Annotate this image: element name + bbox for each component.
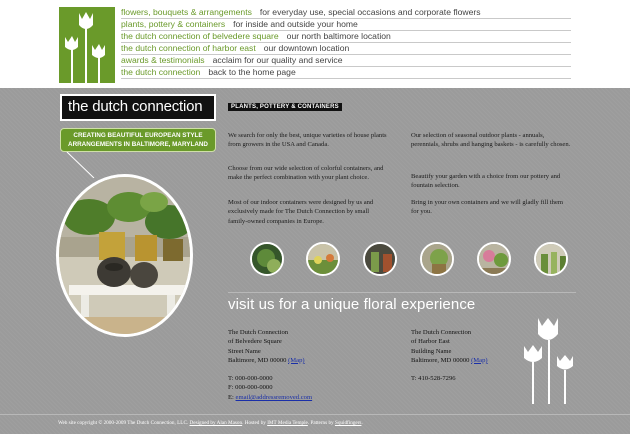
nav-link-belvedere[interactable]: the dutch connection of belvedere square xyxy=(121,31,279,41)
nav-link-home[interactable]: the dutch connection xyxy=(121,67,200,77)
thumbnail-3[interactable] xyxy=(363,242,397,276)
nav-desc-plants: for inside and outside your home xyxy=(233,19,358,29)
fax-number: F: 000-000-0000 xyxy=(228,384,273,392)
footer-designer-link[interactable]: Designed by Alan Mason xyxy=(190,420,243,426)
section-divider xyxy=(228,292,576,293)
footer-host-link[interactable]: IMT Media Temple xyxy=(267,420,308,426)
nav-desc-awards: acclaim for our quality and service xyxy=(212,55,343,65)
map-link[interactable]: (Map) xyxy=(471,357,487,364)
tulips-decoration-icon xyxy=(524,318,573,404)
location-belvedere: The Dutch Connection of Belvedere Square… xyxy=(228,328,312,402)
nav-item-plants: plants, pottery & containers for inside a… xyxy=(121,19,571,31)
footer-patterns-link[interactable]: Squidfingers xyxy=(335,420,362,426)
location-line: of Belvedere Square xyxy=(228,338,282,346)
location-city: Baltimore, MD 00000 xyxy=(228,356,287,364)
footer: Web site copyright © 2000-2009 The Dutch… xyxy=(0,414,630,434)
paragraph-house-plants: We search for only the best, unique vari… xyxy=(228,132,387,149)
tagline-line-1: CREATING BEAUTIFUL EUROPEAN STYLE xyxy=(73,132,203,139)
tagline-line-2: ARRANGEMENTS IN BALTIMORE, MARYLAND xyxy=(68,140,208,148)
nav-item-belvedere: the dutch connection of belvedere square… xyxy=(121,31,571,43)
nav-desc-home: back to the home page xyxy=(208,67,296,77)
nav-desc-flowers: for everyday use, special occasions and … xyxy=(259,7,481,17)
location-city: Baltimore, MD 00000 xyxy=(411,356,470,364)
paragraph-indoor-containers: Most of our indoor containers were desig… xyxy=(228,199,374,225)
email-link[interactable]: email@addressremoved.com xyxy=(236,394,313,401)
thumbnail-4[interactable] xyxy=(420,242,454,276)
email-prefix: E: xyxy=(228,393,234,401)
nav-desc-harbor-east: our downtown location xyxy=(263,43,350,53)
visit-heading: visit us for a unique floral experience xyxy=(228,296,476,313)
location-city-line: Baltimore, MD 00000 (Map) xyxy=(411,356,488,365)
footer-end: . xyxy=(361,420,363,426)
paragraph-garden: Beautify your garden with a choice from … xyxy=(411,173,561,190)
nav-link-flowers[interactable]: flowers, bouquets & arrangements xyxy=(121,7,252,17)
location-line: of Harbor East xyxy=(411,338,450,346)
phone-number: T: 410-528-7296 xyxy=(411,375,456,383)
nav-link-awards[interactable]: awards & testimonials xyxy=(121,55,205,65)
footer-hosted-text: . Hosted by xyxy=(242,420,266,426)
section-title: PLANTS, POTTERY & CONTAINERS xyxy=(228,103,342,111)
tulip-logo[interactable] xyxy=(59,7,115,83)
callout-pointer xyxy=(66,152,95,178)
footer-patterns-text: . Patterns by xyxy=(307,420,334,426)
nav-link-plants[interactable]: plants, pottery & containers xyxy=(121,19,225,29)
nav-item-flowers: flowers, bouquets & arrangements for ever… xyxy=(121,7,571,19)
pottery-photo xyxy=(56,174,193,337)
location-city-line: Baltimore, MD 00000 (Map) xyxy=(228,356,312,365)
footer-copyright: Web site copyright © 2000-2009 The Dutch… xyxy=(58,420,189,426)
thumbnail-2[interactable] xyxy=(306,242,340,276)
location-harbor-east: The Dutch Connection of Harbor East Buil… xyxy=(411,328,488,383)
nav-item-home: the dutch connection back to the home pag… xyxy=(121,67,571,79)
brand-logo-text[interactable]: the dutch connection xyxy=(60,94,216,121)
thumbnail-5[interactable] xyxy=(477,242,511,276)
nav-item-harbor-east: the dutch connection of harbor east our d… xyxy=(121,43,571,55)
main-content: the dutch connection CREATING BEAUTIFUL … xyxy=(0,88,630,434)
location-line: Building Name xyxy=(411,347,452,355)
nav-link-harbor-east[interactable]: the dutch connection of harbor east xyxy=(121,43,256,53)
paragraph-containers: Choose from our wide selection of colorf… xyxy=(228,165,384,182)
top-navigation: flowers, bouquets & arrangements for ever… xyxy=(0,0,630,88)
location-line: The Dutch Connection xyxy=(411,329,472,336)
location-line: The Dutch Connection xyxy=(228,329,289,336)
paragraph-bring-containers: Bring in your own containers and we will… xyxy=(411,199,563,216)
nav-item-awards: awards & testimonials acclaim for our qua… xyxy=(121,55,571,67)
tagline-banner: CREATING BEAUTIFUL EUROPEAN STYLE ARRANG… xyxy=(60,128,216,152)
thumbnail-1[interactable] xyxy=(250,242,284,276)
location-line: Street Name xyxy=(228,347,261,355)
paragraph-outdoor-plants: Our selection of seasonal outdoor plants… xyxy=(411,132,571,149)
email-line: E: email@addressremoved.com xyxy=(228,393,312,402)
thumbnail-6[interactable] xyxy=(534,242,568,276)
map-link[interactable]: (Map) xyxy=(288,357,304,364)
tulip-icon xyxy=(59,7,115,83)
phone-number: T: 000-000-0000 xyxy=(228,375,273,383)
nav-desc-belvedere: our north baltimore location xyxy=(286,31,391,41)
